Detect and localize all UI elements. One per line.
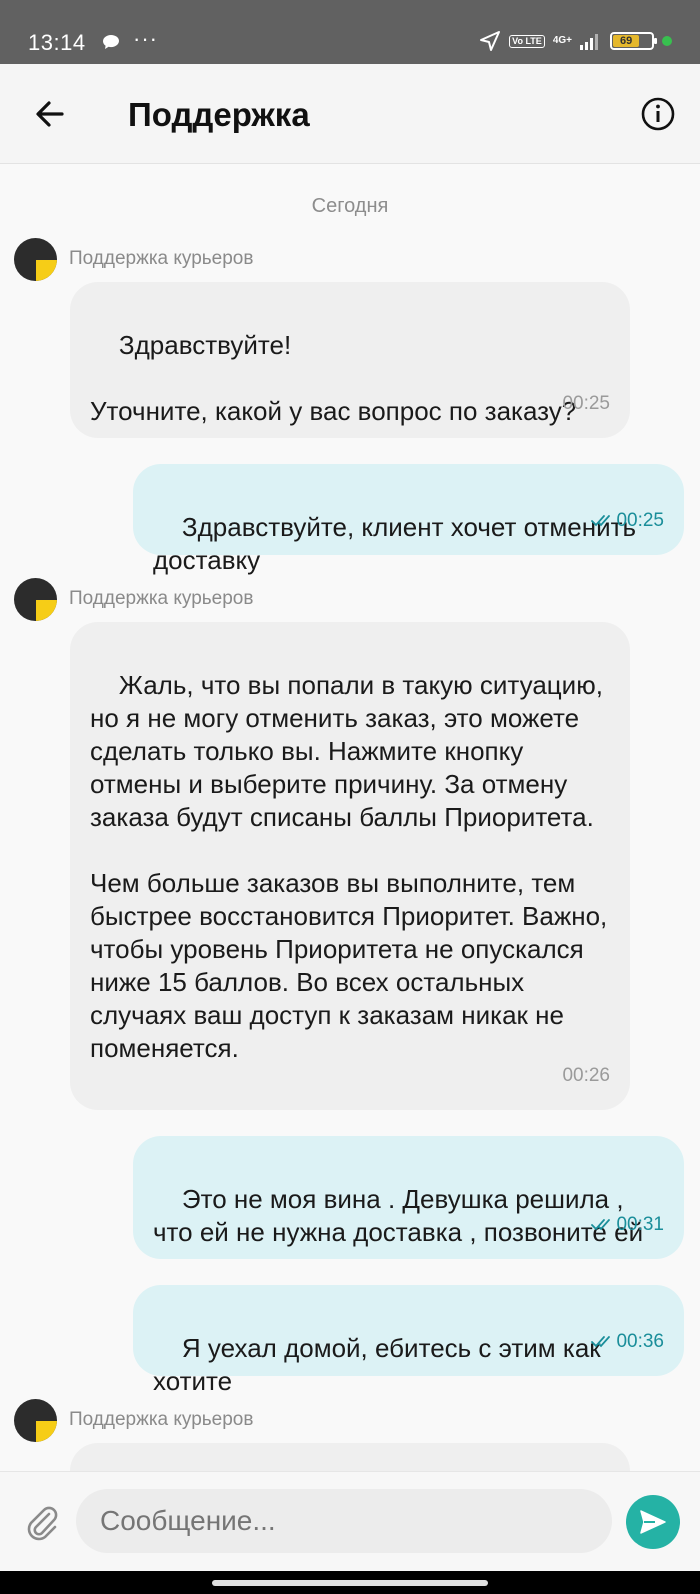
message-text: Здравствуйте, клиент хочет отменить дост… <box>153 512 644 575</box>
message-text: Это не моя вина . Девушка решила , что е… <box>153 1184 644 1247</box>
page-title: Поддержка <box>128 96 310 133</box>
send-icon <box>640 1510 666 1534</box>
home-gesture-handle[interactable] <box>212 1580 488 1586</box>
sender-name: Поддержка курьеров <box>69 1409 254 1430</box>
message-status: 00:25 <box>591 504 664 537</box>
battery-icon: 69 <box>610 32 657 50</box>
send-button[interactable] <box>626 1495 680 1549</box>
support-avatar <box>14 578 57 621</box>
outgoing-message: Здравствуйте, клиент хочет отменить дост… <box>133 464 684 575</box>
double-check-icon <box>591 1335 611 1347</box>
message-time: 00:36 <box>616 1331 664 1352</box>
paperclip-icon[interactable] <box>22 1502 62 1542</box>
double-check-icon <box>591 1218 611 1230</box>
incoming-message: Здравствуйте! Уточните, какой у вас вопр… <box>70 282 630 438</box>
outgoing-message: Это не моя вина . Девушка решила , что е… <box>133 1136 684 1259</box>
sender-name: Поддержка курьеров <box>69 248 254 269</box>
incoming-message: Жаль, что вы попали в такую ситуацию, но… <box>70 622 630 1110</box>
message-text: Я уехал домой, ебитесь с этим как хотите <box>153 1333 608 1396</box>
double-check-icon <box>591 514 611 526</box>
message-input[interactable] <box>76 1489 612 1553</box>
status-time: 13:14 <box>28 30 86 55</box>
message-notification-icon <box>103 35 119 49</box>
message-composer <box>0 1471 700 1571</box>
message-time: 00:25 <box>562 393 610 414</box>
message-time: 00:26 <box>562 1065 610 1086</box>
privacy-indicator-dot <box>662 36 672 46</box>
status-icons: Vo LTE 4G+ 69 <box>479 30 672 52</box>
back-arrow-icon[interactable] <box>32 96 68 132</box>
app-bar: Поддержка <box>0 64 700 164</box>
network-type-label: 4G+ <box>552 35 572 46</box>
support-avatar <box>14 238 57 281</box>
volte-icon: Vo LTE <box>509 34 545 48</box>
system-nav-bar <box>0 1571 700 1594</box>
message-text: Здравствуйте! Уточните, какой у вас вопр… <box>90 330 577 426</box>
support-avatar <box>14 1399 57 1442</box>
incoming-message-partial <box>70 1443 630 1471</box>
battery-level: 69 <box>613 35 640 47</box>
message-status: 00:36 <box>591 1325 664 1358</box>
message-status: 00:31 <box>591 1208 664 1241</box>
status-bar: 13:14 ··· Vo LTE 4G+ 69 <box>0 0 700 64</box>
more-notifications-icon: ··· <box>133 26 158 51</box>
message-text: Жаль, что вы попали в такую ситуацию, но… <box>90 670 608 1063</box>
location-icon <box>480 31 501 51</box>
signal-icon <box>580 34 598 50</box>
sender-name: Поддержка курьеров <box>69 588 254 609</box>
date-separator: Сегодня <box>311 195 389 217</box>
message-time: 00:31 <box>616 1214 664 1235</box>
message-time: 00:25 <box>616 510 664 531</box>
outgoing-message: Я уехал домой, ебитесь с этим как хотите… <box>133 1285 684 1396</box>
chat-area[interactable]: Сегодня Поддержка курьеров Здравствуйте!… <box>0 165 700 1471</box>
info-icon[interactable] <box>640 96 676 132</box>
